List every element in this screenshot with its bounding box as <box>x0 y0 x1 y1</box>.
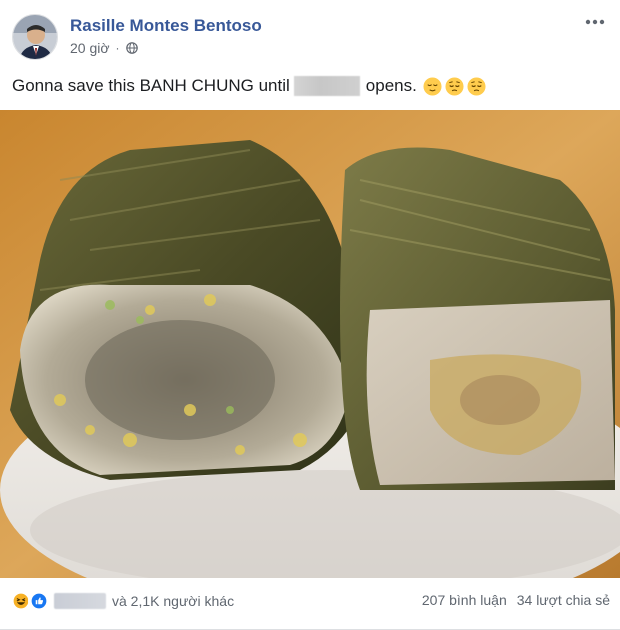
avatar-image <box>13 15 57 59</box>
shares-count[interactable]: 34 lượt chia sẻ <box>517 592 610 608</box>
relieved-face-emoji <box>423 76 442 96</box>
like-reaction-icon <box>28 590 50 612</box>
more-options-button[interactable] <box>580 10 610 34</box>
post-photo[interactable] <box>0 110 620 578</box>
post-meta: 20 giờ · <box>70 40 138 56</box>
meta-separator: · <box>115 41 120 55</box>
redacted-text <box>293 76 360 96</box>
pensive-face-emoji <box>445 76 464 96</box>
engagement-stats: 207 bình luận 34 lượt chia sẻ <box>422 592 610 608</box>
post-footer: và 2,1K người khác 207 bình luận 34 lượt… <box>0 578 620 630</box>
author-avatar[interactable] <box>12 14 58 60</box>
caption-text-start: Gonna save this BANH CHUNG until <box>12 76 290 95</box>
post-timestamp[interactable]: 20 giờ <box>70 40 110 56</box>
reactions-count: và 2,1K người khác <box>112 593 235 609</box>
post-caption: Gonna save this BANH CHUNG until opens. <box>12 76 486 96</box>
caption-emojis <box>423 76 486 96</box>
redacted-names <box>54 593 106 609</box>
comments-count[interactable]: 207 bình luận <box>422 592 507 608</box>
reactions-summary[interactable]: và 2,1K người khác <box>10 590 234 612</box>
globe-icon[interactable] <box>125 42 138 54</box>
banh-chung-photo <box>0 110 620 578</box>
author-name[interactable]: Rasille Montes Bentoso <box>70 16 262 36</box>
pensive-face-emoji <box>467 76 486 96</box>
ellipsis-icon <box>585 19 605 25</box>
caption-text-end: opens. <box>365 76 417 95</box>
facebook-post: Rasille Montes Bentoso 20 giờ · Gonna sa… <box>0 0 620 630</box>
post-header: Rasille Montes Bentoso 20 giờ · <box>0 0 620 70</box>
